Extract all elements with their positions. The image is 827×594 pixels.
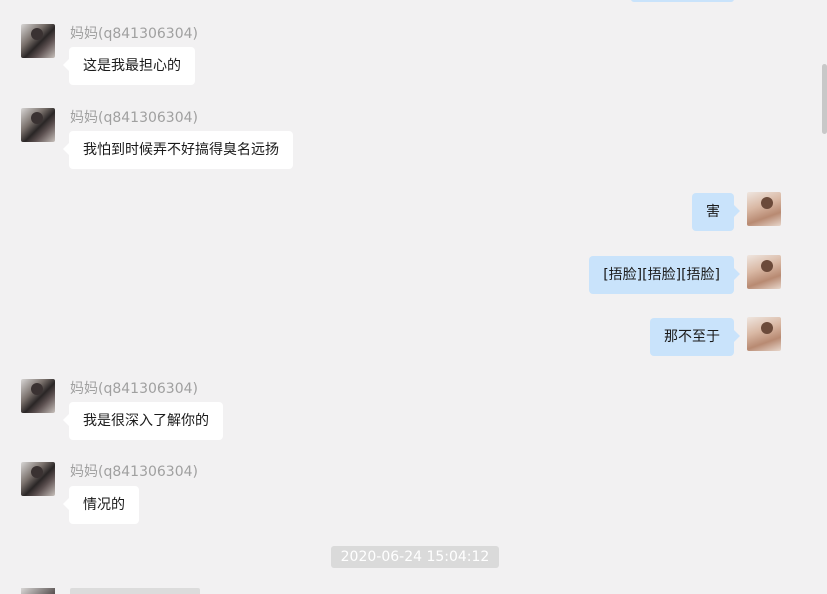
- message-bubble[interactable]: 我是很深入了解你的: [63, 402, 223, 440]
- avatar[interactable]: [21, 108, 55, 142]
- timestamp-divider: 2020-06-24 15:04:12: [331, 546, 499, 568]
- sender-name: 妈妈(q841306304): [70, 464, 198, 480]
- avatar[interactable]: [21, 24, 55, 58]
- sender-name: 妈妈(q841306304): [70, 381, 198, 397]
- message-bubble[interactable]: 情况的: [63, 486, 139, 524]
- chat-window: 妈妈(q841306304) 这是我最担心的 妈妈(q841306304) 我怕…: [0, 0, 827, 594]
- message-bubble[interactable]: 那不至于: [650, 318, 740, 356]
- message-bubble[interactable]: 这是我最担心的: [63, 47, 195, 85]
- avatar[interactable]: [747, 192, 781, 226]
- avatar[interactable]: [747, 255, 781, 289]
- avatar[interactable]: [21, 379, 55, 413]
- message-bubble[interactable]: [捂脸][捂脸][捂脸]: [589, 256, 740, 294]
- message-bubble[interactable]: 我怕到时候弄不好搞得臭名远扬: [63, 131, 293, 169]
- message-bubble[interactable]: 害: [692, 193, 740, 231]
- message-bubble-partial[interactable]: [631, 0, 734, 2]
- sender-name-partial: [70, 588, 200, 594]
- sender-name: 妈妈(q841306304): [70, 110, 198, 126]
- sender-name: 妈妈(q841306304): [70, 26, 198, 42]
- avatar[interactable]: [747, 317, 781, 351]
- scrollbar[interactable]: [822, 64, 827, 134]
- avatar[interactable]: [21, 588, 55, 594]
- avatar[interactable]: [21, 462, 55, 496]
